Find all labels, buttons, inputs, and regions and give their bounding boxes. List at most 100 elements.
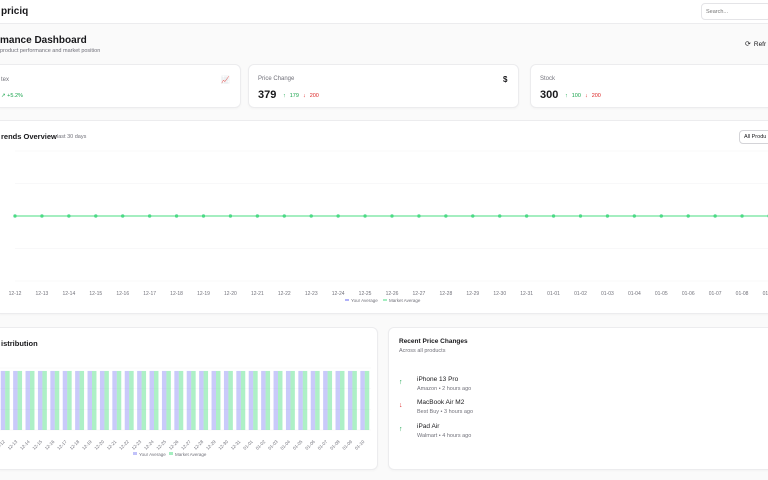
dollar-icon: $ (503, 75, 508, 84)
data-point (228, 214, 233, 218)
bar-market-average (228, 370, 233, 430)
page-title: mance Dashboard (0, 35, 87, 46)
bar-your-average (285, 370, 291, 430)
data-point (121, 214, 125, 218)
x-tick-label: 12-14 (62, 291, 75, 297)
legend-swatch-market-average (169, 452, 173, 455)
chart-icon: 📈 (221, 77, 230, 84)
x-tick-label: 12-30 (493, 291, 506, 297)
refresh-label: Refr (753, 40, 767, 48)
bar-your-average (347, 370, 353, 430)
bar-your-average (174, 370, 179, 430)
stat-label: tex (1, 77, 10, 83)
data-point (363, 214, 367, 218)
bar-your-average (211, 370, 216, 430)
bar-your-average (248, 370, 254, 430)
list-item[interactable]: ↑ iPad Air Walmart • 4 hours ago (399, 423, 759, 443)
x-tick-label: 12-31 (520, 291, 533, 297)
x-tick-label: 12-14 (19, 439, 31, 451)
bar-your-average (99, 370, 105, 430)
x-tick-label: 12-19 (81, 439, 93, 451)
legend-label-your-average: Your Average (139, 452, 166, 457)
stat-label: Stock (540, 76, 556, 82)
bar-your-average (50, 370, 55, 430)
bar-market-average (54, 370, 60, 430)
stat-deltas: ↑ 179 ↓ 200 (283, 93, 319, 99)
x-tick-label: 12-26 (386, 291, 399, 297)
bar-your-average (298, 370, 303, 430)
stat-deltas: ↑ 100 ↓ 200 (565, 93, 601, 99)
x-tick-label: 12-27 (180, 439, 192, 451)
arrow-up-icon: ↑ (283, 93, 286, 99)
app-logo[interactable]: priciq (1, 6, 28, 17)
x-tick-label: 12-28 (439, 291, 452, 297)
recent-title: Recent Price Changes (399, 338, 468, 345)
bar-market-average (67, 370, 72, 430)
bar-market-average (253, 370, 258, 430)
recent-changes-card: Recent Price Changes Across all products… (388, 327, 768, 470)
bar-your-average (13, 370, 18, 430)
data-point (40, 214, 44, 218)
x-tick-label: 12-22 (278, 291, 291, 297)
bar-market-average (240, 370, 246, 430)
trends-card: rends Overview last 30 days All Produ 12… (0, 120, 768, 314)
bar-market-average (315, 370, 320, 430)
data-point (498, 214, 502, 218)
x-tick-label: 12-21 (251, 291, 264, 297)
legend-label-your-average: Your Average (351, 298, 378, 303)
bar-market-average (129, 370, 134, 430)
x-tick-label: 01-01 (547, 291, 560, 297)
data-point (525, 214, 529, 218)
stat-card-index: tex 📈 ↗ +5.2% (0, 64, 241, 108)
list-item[interactable]: ↑ iPhone 13 Pro Amazon • 2 hours ago (399, 376, 759, 396)
arrow-down-icon: ↓ (302, 93, 306, 99)
bar-market-average (79, 370, 85, 430)
bar-market-average (216, 370, 221, 430)
x-tick-label: 12-13 (36, 291, 49, 297)
x-tick-label: 01-03 (601, 291, 614, 297)
x-tick-label: 12-25 (359, 291, 372, 297)
top-header: priciq (0, 0, 768, 24)
data-point (174, 214, 179, 218)
data-point (390, 214, 394, 218)
data-point (632, 214, 636, 218)
data-point (67, 214, 71, 218)
data-point (309, 214, 313, 218)
legend-label-market-average: Market Average (175, 452, 207, 457)
x-tick-label: 01-09 (341, 439, 353, 451)
arrow-down-icon: ↓ (584, 93, 588, 99)
stat-label: Price Change (258, 76, 295, 82)
x-tick-label: 12-31 (230, 439, 242, 451)
bar-your-average (186, 370, 192, 430)
product-name: iPhone 13 Pro (417, 376, 459, 383)
bar-your-average (199, 370, 204, 430)
bar-your-average (137, 370, 142, 430)
stat-card-stock: Stock 300 ↑ 100 ↓ 200 (530, 64, 768, 108)
bar-market-average (104, 370, 109, 430)
x-tick-label: 01-10 (354, 439, 366, 451)
list-item[interactable]: ↓ MacBook Air M2 Best Buy • 3 hours ago (399, 399, 759, 419)
bar-your-average (25, 370, 30, 430)
bar-market-average (154, 370, 159, 430)
x-tick-label: 12-17 (56, 439, 68, 451)
bar-your-average (273, 370, 278, 430)
stat-value: 300 (540, 89, 559, 101)
bar-market-average (327, 370, 333, 430)
x-tick-label: 12-19 (197, 291, 210, 297)
bar-your-average (161, 370, 167, 430)
refresh-button[interactable]: ⟳ Refr (745, 40, 767, 49)
trending-down-icon: ↓ (399, 402, 403, 409)
x-tick-label: 12-28 (193, 439, 205, 451)
x-tick-label: 01-02 (574, 291, 587, 297)
x-tick-label: 12-29 (205, 439, 217, 451)
x-tick-label: 12-12 (0, 439, 6, 451)
x-tick-label: 12-13 (7, 439, 19, 451)
bar-market-average (17, 370, 23, 430)
recent-subtitle: Across all products (399, 348, 446, 354)
x-tick-label: 12-15 (89, 291, 102, 297)
x-tick-label: 12-23 (131, 439, 143, 451)
bar-your-average (323, 370, 328, 430)
search-input[interactable] (701, 3, 768, 20)
bar-market-average (278, 370, 283, 430)
data-point (148, 214, 152, 218)
